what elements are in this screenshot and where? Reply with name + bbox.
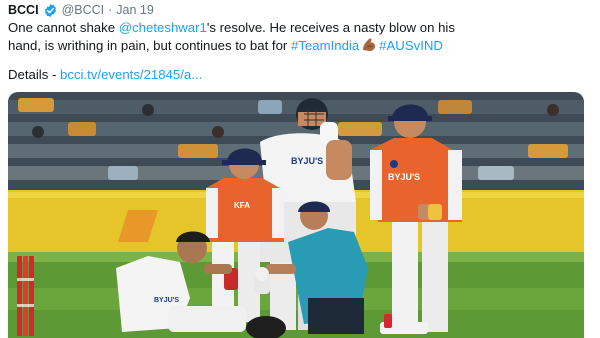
- tweet-header: BCCI @BCCI · Jan 19: [8, 2, 154, 18]
- verified-badge-icon: [43, 3, 58, 18]
- tweet-date[interactable]: Jan 19: [116, 3, 154, 17]
- kit-logo: KFA: [234, 201, 250, 210]
- flexed-biceps-icon: [361, 37, 377, 58]
- text-part: hand, is writhing in pain, but continues…: [8, 37, 291, 53]
- kit-logo: BYJU'S: [388, 172, 420, 182]
- author-name[interactable]: BCCI: [8, 3, 39, 17]
- hashtag-link[interactable]: #AUSvIND: [379, 38, 443, 53]
- hashtag-link[interactable]: #TeamIndia: [291, 38, 359, 53]
- author-handle[interactable]: @BCCI: [62, 3, 105, 17]
- tweet-text-line-2: hand, is writhing in pain, but continues…: [8, 37, 598, 58]
- tweet-text-line-1: One cannot shake @cheteshwar1's resolve.…: [8, 20, 598, 37]
- kit-logo: BYJU'S: [154, 297, 179, 304]
- text-part: 's resolve. He receives a nasty blow on …: [206, 20, 455, 35]
- details-label: Details -: [8, 67, 61, 82]
- details-line: Details - bcci.tv/events/21845/a...: [8, 67, 202, 82]
- mention-link[interactable]: @cheteshwar1: [119, 20, 207, 35]
- tweet-photo[interactable]: BYJU'S BYJU'S KFA BYJU'S: [8, 92, 584, 338]
- tweet-text: One cannot shake @cheteshwar1's resolve.…: [8, 20, 598, 57]
- tweet-card[interactable]: BCCI @BCCI · Jan 19 One cannot shake @ch…: [0, 0, 600, 338]
- kit-logo: BYJU'S: [291, 156, 323, 166]
- details-link[interactable]: bcci.tv/events/21845/a...: [60, 67, 202, 82]
- stumps: [17, 256, 34, 336]
- text-part: One cannot shake: [8, 20, 119, 35]
- separator-dot: ·: [108, 3, 113, 17]
